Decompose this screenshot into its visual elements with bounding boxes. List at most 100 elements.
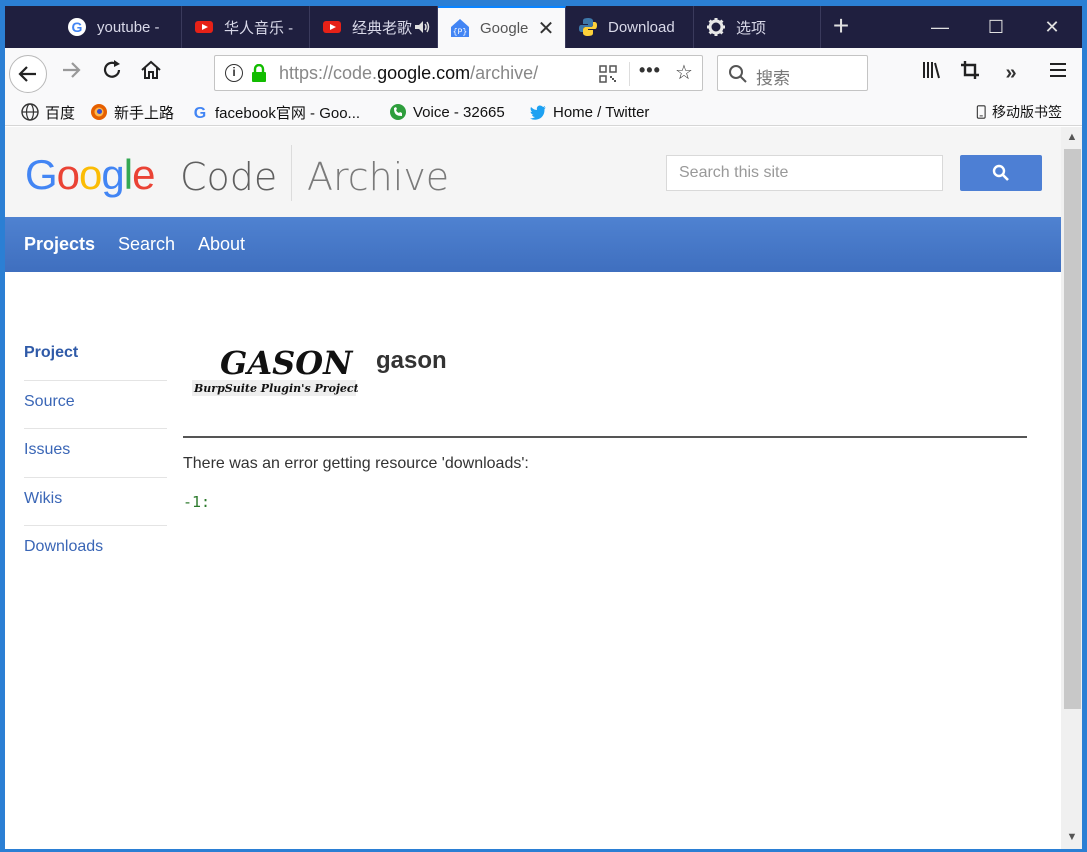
mobile-icon (976, 105, 986, 119)
back-button[interactable] (9, 55, 47, 93)
nav-about[interactable]: About (198, 234, 245, 255)
voice-icon (390, 104, 406, 120)
project-logo-text: GASON (220, 344, 354, 382)
tab-bar: G youtube - 华人音乐 - 经典老歌 {P} Google ✕ Dow… (5, 6, 1082, 48)
tab-label: 经典老歌 (352, 19, 413, 37)
close-tab-icon[interactable]: ✕ (535, 16, 557, 41)
bookmark-label: 移动版书签 (992, 104, 1062, 120)
bookmark-facebook[interactable]: G facebook官网 - Goo... (191, 101, 360, 123)
scroll-up-icon[interactable]: ▲ (1065, 131, 1079, 143)
url-domain: google.com (377, 63, 471, 83)
close-window-button[interactable]: ✕ (1024, 6, 1080, 48)
archive-word: Archive (307, 155, 450, 199)
sidebar-item-downloads[interactable]: Downloads (24, 526, 167, 575)
url-path: /archive/ (470, 63, 539, 83)
sidebar-item-issues[interactable]: Issues (24, 429, 167, 478)
site-nav-bar: Projects Search About (5, 217, 1061, 272)
python-icon (579, 18, 597, 36)
tab-options[interactable]: 选项 (694, 6, 821, 48)
google-wordmark: Google (25, 151, 155, 198)
site-search-input[interactable]: Search this site (666, 155, 943, 191)
content-divider (183, 436, 1027, 438)
maximize-button[interactable]: ☐ (968, 6, 1024, 48)
google-icon: G (68, 18, 86, 36)
svg-text:G: G (194, 105, 206, 121)
nav-search[interactable]: Search (118, 234, 175, 255)
sidebar-item-wikis[interactable]: Wikis (24, 478, 167, 526)
forward-arrow-icon (63, 62, 81, 78)
tab-classic-songs[interactable]: 经典老歌 (310, 6, 438, 48)
bookmark-label: Voice - 32665 (413, 103, 505, 121)
url-separator (629, 62, 630, 86)
google-code-icon: {P} (451, 19, 469, 37)
svg-text:{P}: {P} (453, 28, 467, 37)
google-logo[interactable]: Google (25, 151, 165, 213)
tab-youtube-search[interactable]: G youtube - (55, 6, 182, 48)
reload-button[interactable] (98, 59, 126, 87)
qr-code-icon[interactable] (599, 65, 617, 83)
hamburger-menu-button[interactable] (1044, 59, 1072, 87)
page-actions-icon[interactable]: ••• (639, 60, 661, 81)
search-icon (992, 164, 1009, 181)
nav-projects[interactable]: Projects (24, 234, 95, 255)
navigation-toolbar: i https://code.google.com/archive/ ••• ☆… (5, 48, 1082, 98)
site-header: Google Code Archive Search this site (5, 127, 1061, 217)
bookmark-star-icon[interactable]: ☆ (675, 60, 693, 85)
tab-label: 选项 (736, 19, 767, 37)
hamburger-icon (1050, 63, 1066, 77)
error-code: -1: (183, 493, 211, 511)
tab-label: Download (608, 18, 675, 36)
tab-label: youtube - (97, 18, 160, 36)
home-button[interactable] (137, 59, 165, 87)
site-info-icon[interactable]: i (225, 64, 243, 82)
globe-icon (21, 103, 39, 121)
twitter-icon (530, 105, 546, 120)
bookmark-baidu[interactable]: 百度 (21, 101, 75, 123)
page-content: Google Code Archive Search this site Pro… (5, 127, 1061, 849)
url-bar[interactable]: i https://code.google.com/archive/ ••• ☆ (214, 55, 703, 91)
bookmark-label: facebook官网 - Goo... (215, 104, 361, 122)
scroll-thumb[interactable] (1064, 149, 1081, 709)
minimize-button[interactable]: — (912, 6, 968, 48)
speaker-icon[interactable] (413, 18, 431, 36)
library-button[interactable] (917, 59, 945, 87)
forward-button[interactable] (57, 59, 85, 87)
youtube-icon (195, 21, 213, 33)
error-message: There was an error getting resource 'dow… (183, 455, 529, 472)
crop-icon (961, 61, 979, 79)
tab-label: Google (480, 19, 529, 37)
tab-google-code[interactable]: {P} Google ✕ (438, 6, 566, 48)
project-logo: GASON BurpSuite Plugin's Project (192, 344, 358, 396)
overflow-menu-button[interactable]: » (997, 59, 1025, 87)
code-word: Code (180, 155, 278, 199)
tab-chinese-music[interactable]: 华人音乐 - (182, 6, 310, 48)
sidebar-item-project[interactable]: Project (24, 332, 167, 381)
project-title: gason (376, 347, 447, 374)
scroll-down-icon[interactable]: ▼ (1065, 831, 1079, 843)
bookmark-twitter[interactable]: Home / Twitter (529, 101, 649, 123)
svg-text:Google: Google (25, 151, 154, 198)
search-placeholder: 搜索 (756, 69, 790, 88)
home-icon (141, 60, 161, 79)
bookmark-label: Home / Twitter (553, 103, 650, 121)
tab-download[interactable]: Download (566, 6, 694, 48)
screenshot-button[interactable] (956, 59, 984, 87)
vertical-scrollbar[interactable]: ▲ ▼ (1061, 127, 1082, 849)
lock-icon[interactable] (251, 64, 267, 82)
youtube-icon (323, 21, 341, 33)
sidebar-item-source[interactable]: Source (24, 381, 167, 429)
bookmark-getting-started[interactable]: 新手上路 (90, 101, 174, 123)
gear-icon (707, 18, 725, 36)
url-text[interactable]: https://code.google.com/archive/ (279, 63, 559, 84)
bookmark-voice[interactable]: Voice - 32665 (389, 101, 505, 123)
bookmark-mobile[interactable]: 移动版书签 (975, 101, 1062, 123)
site-search-button[interactable] (960, 155, 1042, 191)
header-divider (291, 145, 292, 201)
new-tab-button[interactable]: + (821, 6, 861, 48)
bookmarks-toolbar: 百度 新手上路 G facebook官网 - Goo... Voice - 32… (5, 98, 1082, 126)
svg-text:G: G (72, 19, 83, 35)
reload-icon (103, 60, 121, 78)
browser-search-bar[interactable]: 搜索 (717, 55, 868, 91)
library-icon (923, 62, 940, 79)
browser-window: G youtube - 华人音乐 - 经典老歌 {P} Google ✕ Dow… (5, 6, 1082, 849)
